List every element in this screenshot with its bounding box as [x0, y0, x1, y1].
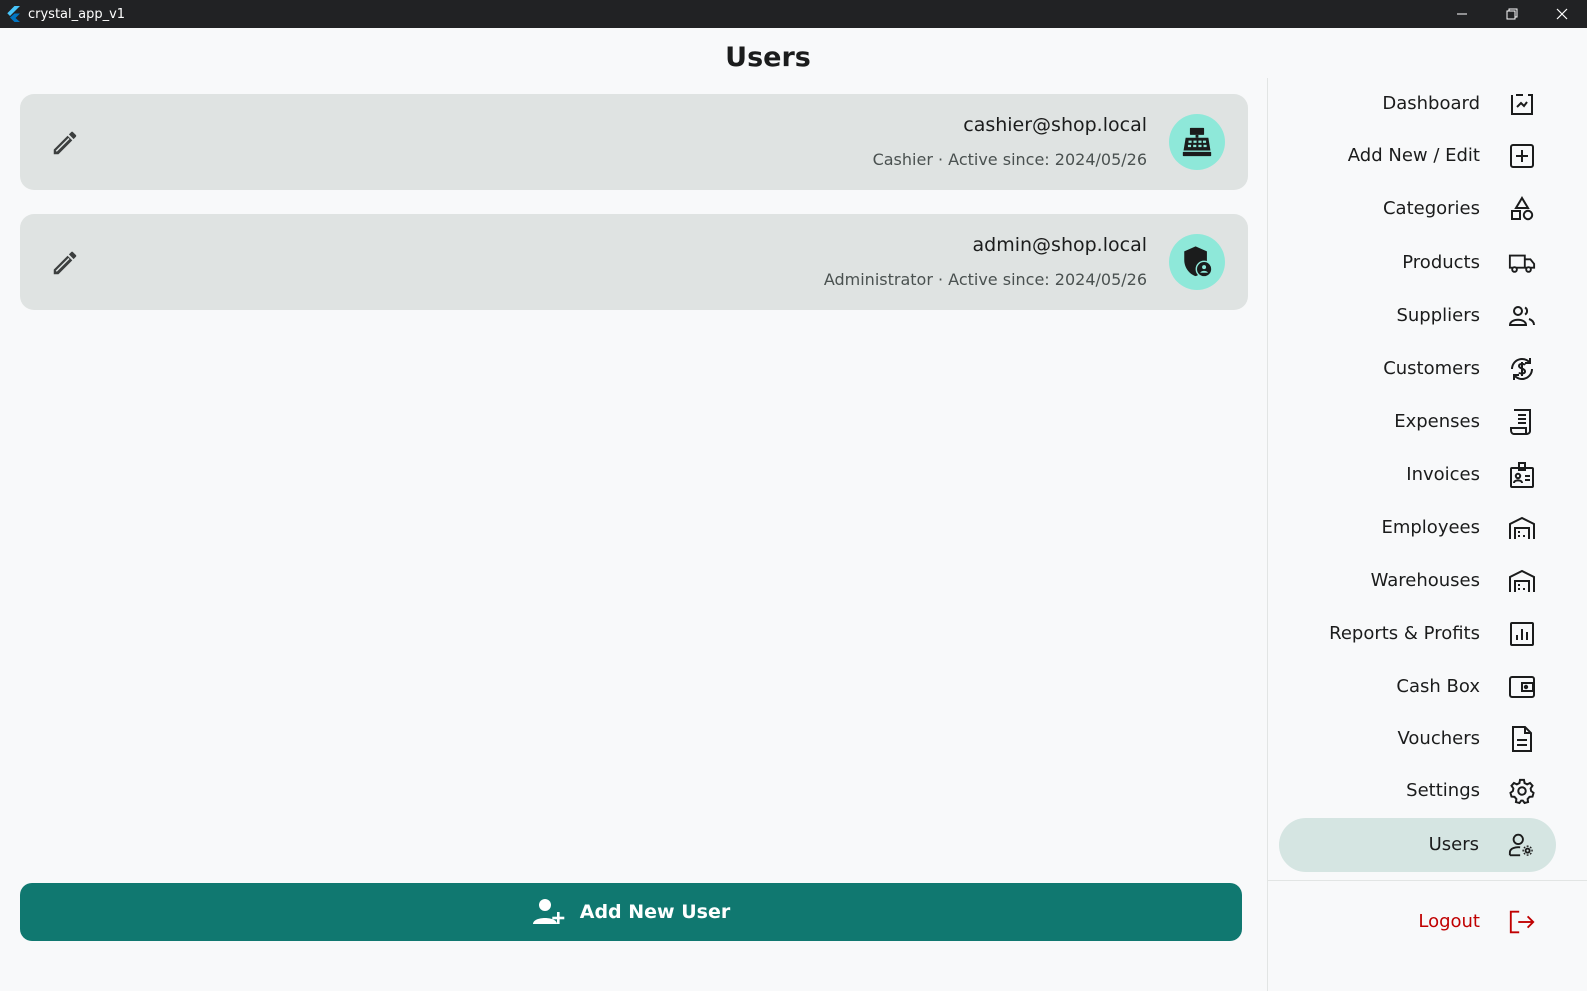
user-email: cashier@shop.local — [963, 114, 1147, 136]
page-title: Users — [725, 42, 811, 73]
sidebar-item-categories[interactable]: Categories — [1268, 187, 1568, 231]
close-icon — [1556, 8, 1568, 20]
sidebar-item-add-new-edit[interactable]: Add New / Edit — [1268, 134, 1568, 178]
receipt-icon — [1508, 408, 1536, 436]
add-box-icon — [1508, 142, 1536, 170]
window-titlebar: crystal_app_v1 — [0, 0, 1587, 28]
sidebar-item-label: Reports & Profits — [1329, 623, 1480, 644]
sidebar-item-settings[interactable]: Settings — [1268, 769, 1568, 813]
wallet-icon — [1508, 673, 1536, 701]
sidebar-item-customers[interactable]: Customers — [1268, 347, 1568, 391]
sidebar-item-label: Cash Box — [1396, 676, 1480, 697]
cash-register-icon — [1182, 127, 1212, 157]
person-add-icon — [532, 897, 566, 927]
sidebar-item-users[interactable]: Users — [1279, 818, 1556, 872]
truck-icon — [1508, 249, 1536, 277]
document-icon — [1508, 725, 1536, 753]
user-avatar — [1169, 114, 1225, 170]
minimize-button[interactable] — [1437, 0, 1487, 28]
warehouse-icon — [1508, 567, 1536, 595]
edit-user-button[interactable] — [48, 126, 82, 160]
minimize-icon — [1457, 13, 1467, 15]
sidebar-item-label: Invoices — [1406, 464, 1480, 485]
pencil-icon — [53, 251, 77, 275]
logout-label: Logout — [1418, 911, 1480, 932]
sidebar-item-products[interactable]: Products — [1268, 241, 1568, 285]
gear-icon — [1508, 777, 1536, 805]
sidebar-item-warehouses[interactable]: Warehouses — [1268, 559, 1568, 603]
sidebar-item-label: Products — [1402, 252, 1480, 273]
sidebar-item-label: Users — [1428, 834, 1479, 855]
sidebar-item-label: Expenses — [1394, 411, 1480, 432]
sidebar-item-invoices[interactable]: Invoices — [1268, 453, 1568, 497]
sidebar-item-label: Add New / Edit — [1347, 145, 1480, 166]
bar-chart-icon — [1508, 620, 1536, 648]
sidebar-item-label: Vouchers — [1397, 728, 1481, 749]
categories-icon — [1508, 195, 1536, 223]
user-role-subtitle: Cashier · Active since: 2024/05/26 — [872, 150, 1147, 169]
sidebar-item-expenses[interactable]: Expenses — [1268, 400, 1568, 444]
pencil-icon — [53, 131, 77, 155]
main-content: Users cashier@shop.local Cashier · Activ… — [0, 28, 1268, 991]
flutter-logo-icon — [6, 6, 22, 22]
warehouse-icon — [1508, 514, 1536, 542]
user-role-subtitle: Administrator · Active since: 2024/05/26 — [823, 270, 1147, 289]
sidebar-item-label: Customers — [1383, 358, 1480, 379]
window-controls — [1437, 0, 1587, 28]
add-new-user-button[interactable]: Add New User — [20, 883, 1242, 941]
window-title: crystal_app_v1 — [28, 6, 126, 22]
user-card[interactable]: admin@shop.local Administrator · Active … — [20, 214, 1248, 310]
add-new-user-label: Add New User — [579, 901, 731, 923]
people-icon — [1508, 302, 1536, 330]
sidebar-item-cash-box[interactable]: Cash Box — [1268, 665, 1568, 709]
user-avatar — [1169, 234, 1225, 290]
dashboard-icon — [1508, 90, 1536, 118]
sidebar-item-label: Employees — [1381, 517, 1480, 538]
sidebar-item-employees[interactable]: Employees — [1268, 506, 1568, 550]
manage-accounts-icon — [1508, 831, 1536, 859]
sidebar-item-vouchers[interactable]: Vouchers — [1268, 717, 1568, 761]
close-button[interactable] — [1537, 0, 1587, 28]
sidebar-item-dashboard[interactable]: Dashboard — [1268, 82, 1568, 126]
sidebar-item-label: Suppliers — [1396, 305, 1480, 326]
edit-user-button[interactable] — [48, 246, 82, 280]
restore-icon — [1506, 8, 1518, 20]
badge-icon — [1508, 461, 1536, 489]
sidebar-item-label: Warehouses — [1370, 570, 1480, 591]
user-email: admin@shop.local — [972, 234, 1147, 256]
admin-shield-icon — [1184, 246, 1213, 278]
sidebar-item-label: Dashboard — [1382, 93, 1480, 114]
sidebar: Dashboard Add New / Edit Categories Prod… — [1267, 78, 1587, 991]
sidebar-item-suppliers[interactable]: Suppliers — [1268, 294, 1568, 338]
sidebar-item-label: Categories — [1382, 198, 1480, 219]
sidebar-divider — [1268, 880, 1587, 881]
logout-icon — [1508, 908, 1536, 936]
restore-button[interactable] — [1487, 0, 1537, 28]
sidebar-item-reports-profits[interactable]: Reports & Profits — [1268, 612, 1568, 656]
sidebar-item-logout[interactable]: Logout — [1268, 900, 1568, 944]
currency-exchange-icon — [1508, 355, 1536, 383]
user-card[interactable]: cashier@shop.local Cashier · Active sinc… — [20, 94, 1248, 190]
sidebar-item-label: Settings — [1406, 780, 1480, 801]
